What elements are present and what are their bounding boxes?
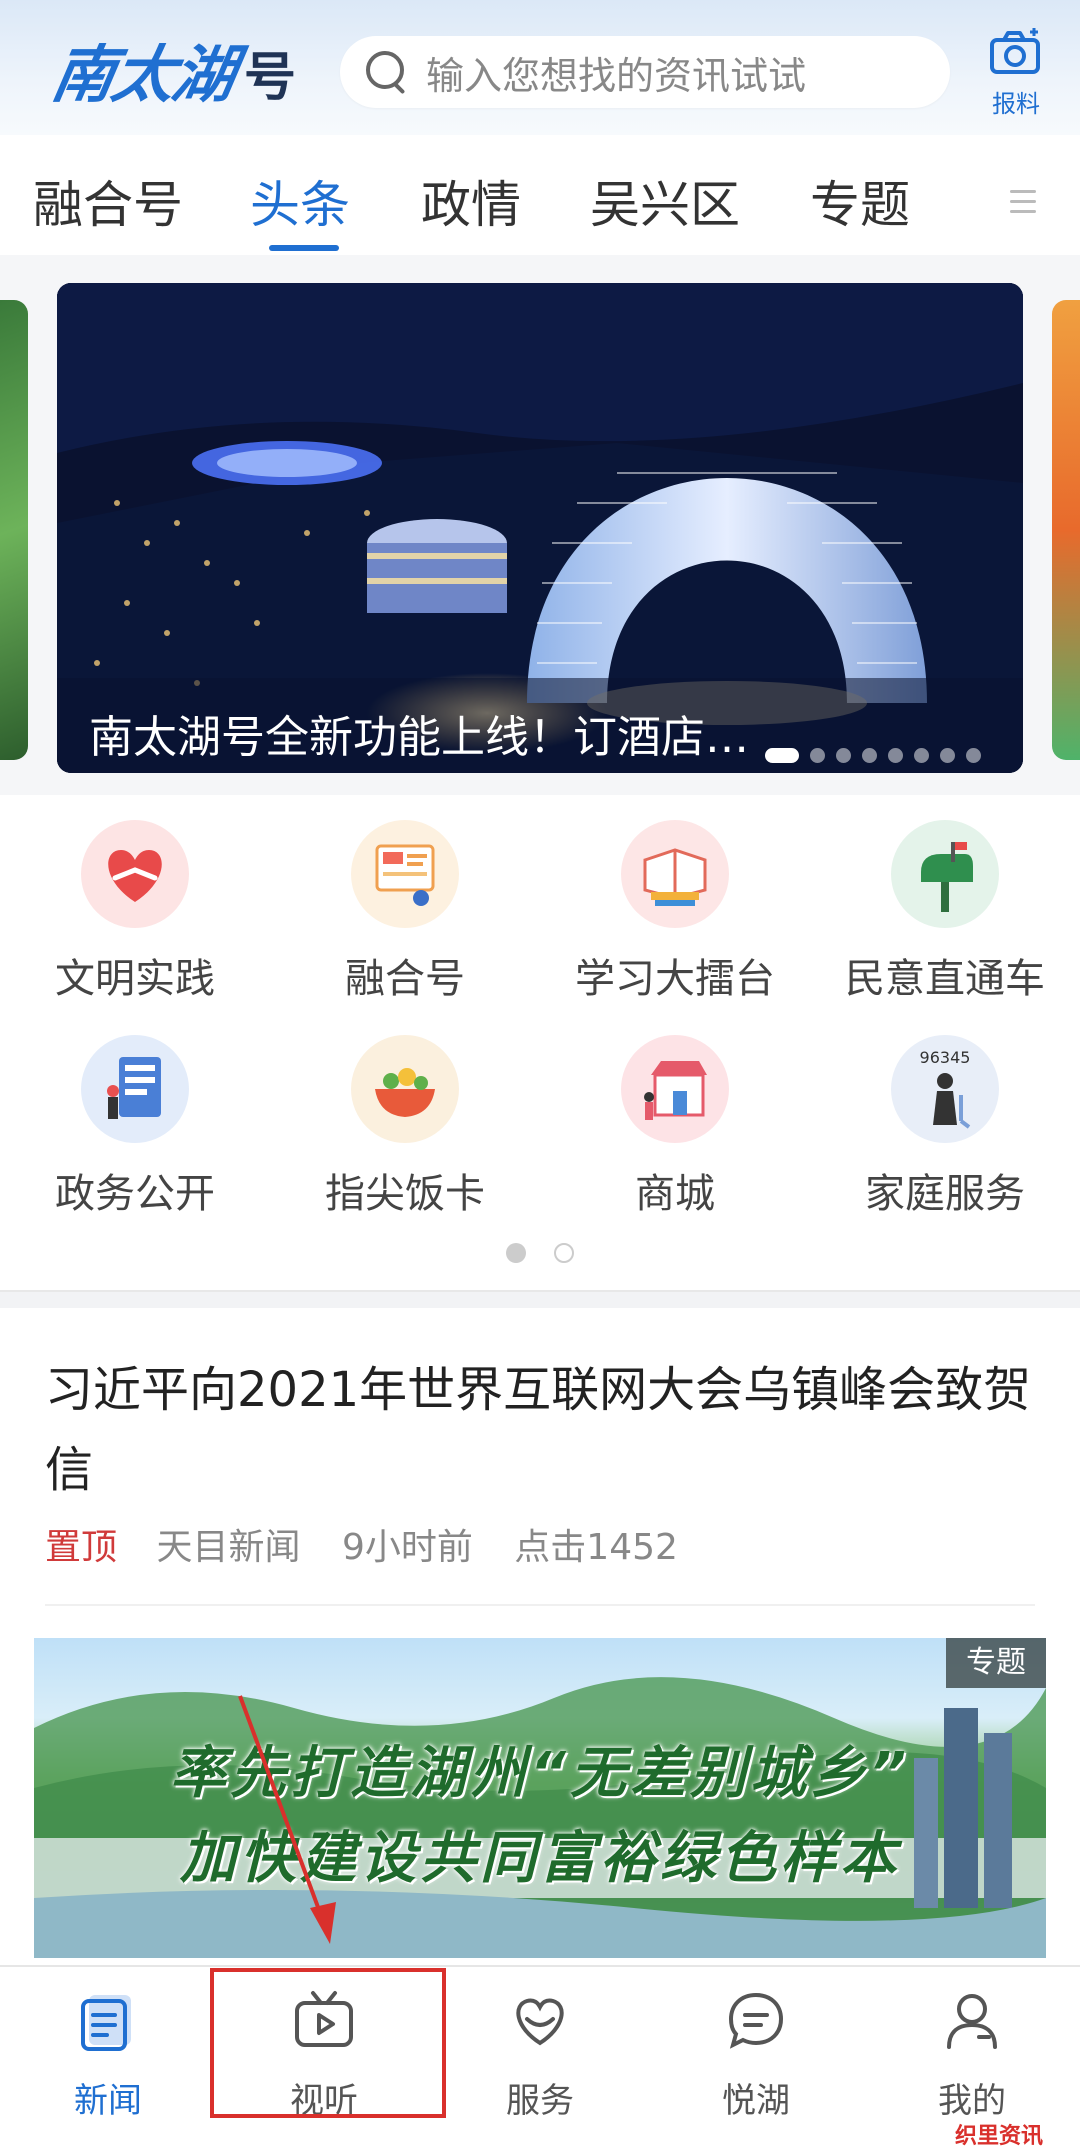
tab-zhengqing[interactable]: 政情 <box>421 165 521 237</box>
topic-badge: 专题 <box>946 1638 1046 1688</box>
watermark-text: 织里资讯 <box>955 2124 1044 2149</box>
pinned-badge: 置顶 <box>45 1527 118 1568</box>
service-label: 商城 <box>635 1171 715 1217</box>
app-header: 南太湖 号 输入您想找的资讯试试 报料 <box>0 0 1080 135</box>
service-label: 学习大擂台 <box>575 956 775 1002</box>
logo-suffix-text: 号 <box>244 48 297 108</box>
service-label: 文明实践 <box>55 956 215 1002</box>
special-topic-banner[interactable]: 专题 率先打造湖州“无差别城乡” 加快建设共同富裕绿色样本 <box>34 1638 1046 1958</box>
carousel-dot <box>765 748 799 763</box>
carousel-dot <box>940 748 955 763</box>
nav-label: 我的 <box>938 2081 1006 2121</box>
carousel-dot <box>888 748 903 763</box>
service-minyi[interactable]: 民意直通车 <box>810 820 1080 1004</box>
article-meta: 置顶 天目新闻 9小时前 点击1452 <box>45 1518 708 1570</box>
nav-news[interactable]: 新闻 <box>0 1987 216 2122</box>
service-label: 融合号 <box>345 956 465 1002</box>
carousel-banner[interactable]: 南太湖号全新功能上线！订酒店… <box>57 283 1023 773</box>
article-clicks: 点击1452 <box>514 1527 678 1568</box>
carousel-next-slide[interactable] <box>1052 300 1080 760</box>
carousel: 南太湖号全新功能上线！订酒店… <box>0 255 1080 795</box>
tab-toutiao[interactable]: 头条 <box>250 165 350 237</box>
document-person-icon <box>81 1035 189 1143</box>
channel-tabs: 融合号 头条 政情 吴兴区 专题 <box>0 155 1080 255</box>
media-board-icon <box>351 820 459 928</box>
nav-yuehu[interactable]: 悦湖 <box>648 1987 864 2122</box>
nav-service[interactable]: 服务 <box>432 1987 648 2122</box>
carousel-prev-slide[interactable] <box>0 300 28 760</box>
camera-icon <box>990 28 1040 74</box>
app-logo[interactable]: 南太湖 号 <box>47 34 297 114</box>
grid-pager <box>506 1243 602 1263</box>
hotel-night-image <box>57 283 1023 773</box>
news-icon <box>81 1995 131 2051</box>
active-tab-indicator <box>269 245 339 251</box>
service-fanka[interactable]: 指尖饭卡 <box>270 1035 540 1219</box>
article-title: 习近平向2021年世界互联网大会乌镇峰会致贺信 <box>45 1362 1032 1498</box>
article-source: 天目新闻 <box>156 1527 301 1568</box>
shop-icon <box>621 1035 729 1143</box>
service-label: 家庭服务 <box>865 1171 1025 1217</box>
search-icon <box>364 49 410 95</box>
user-icon <box>947 1994 997 2049</box>
service-label: 民意直通车 <box>845 956 1045 1002</box>
annotation-highlight-box <box>210 1968 446 2118</box>
grid-page-dot[interactable] <box>506 1243 526 1263</box>
topic-headline-1: 率先打造湖州“无差别城乡” <box>169 1741 911 1806</box>
food-bowl-icon <box>351 1035 459 1143</box>
tab-zhuanti[interactable]: 专题 <box>810 165 910 237</box>
service-xuexi[interactable]: 学习大擂台 <box>540 820 810 1004</box>
service-wenming[interactable]: 文明实践 <box>0 820 270 1004</box>
section-divider <box>0 1290 1080 1308</box>
carousel-dot <box>836 748 851 763</box>
grid-page-dot[interactable] <box>554 1243 574 1263</box>
nav-label: 新闻 <box>74 2081 142 2121</box>
carousel-caption: 南太湖号全新功能上线！订酒店… <box>89 712 749 763</box>
service-shangcheng[interactable]: 商城 <box>540 1035 810 1219</box>
carousel-indicator <box>765 748 992 763</box>
report-label: 报料 <box>992 90 1040 118</box>
service-label: 政务公开 <box>55 1171 215 1217</box>
service-icon-text: 96345 <box>920 1048 971 1067</box>
topic-headline-2: 加快建设共同富裕绿色样本 <box>180 1826 900 1891</box>
service-label: 指尖饭卡 <box>325 1171 485 1217</box>
mailbox-icon <box>891 820 999 928</box>
housekeeper-icon: 96345 <box>891 1035 999 1143</box>
carousel-dot <box>966 748 981 763</box>
logo-script-text: 南太湖 <box>46 38 240 111</box>
channel-menu-icon[interactable] <box>1010 190 1036 216</box>
nav-label: 悦湖 <box>722 2081 790 2121</box>
tab-wuxingqu[interactable]: 吴兴区 <box>590 165 740 237</box>
carousel-dot <box>862 748 877 763</box>
search-placeholder: 输入您想找的资讯试试 <box>426 53 807 98</box>
heart-service-icon <box>516 1998 564 2046</box>
nav-profile[interactable]: 我的 <box>864 1987 1080 2122</box>
tab-ronghehao[interactable]: 融合号 <box>33 165 183 237</box>
books-icon <box>621 820 729 928</box>
news-article-item[interactable]: 习近平向2021年世界互联网大会乌镇峰会致贺信 置顶 天目新闻 9小时前 点击1… <box>0 1308 1080 1608</box>
carousel-dot <box>914 748 929 763</box>
service-zhengwu[interactable]: 政务公开 <box>0 1035 270 1219</box>
search-bar[interactable]: 输入您想找的资讯试试 <box>340 36 950 108</box>
heart-hands-icon <box>81 820 189 928</box>
bottom-nav: 新闻 视听 服务 悦湖 我的 <box>0 1965 1080 2156</box>
service-grid: 文明实践 融合号 学习大擂台 民意直通车 政务公开 指尖饭卡 商城 96345 … <box>0 795 1080 1290</box>
chat-bubble-icon <box>728 1992 784 2049</box>
carousel-dot <box>810 748 825 763</box>
article-divider <box>45 1604 1035 1606</box>
nav-label: 服务 <box>506 2081 574 2121</box>
report-button[interactable]: 报料 <box>985 26 1047 119</box>
service-ronghehao[interactable]: 融合号 <box>270 820 540 1004</box>
service-jiating[interactable]: 96345 家庭服务 <box>810 1035 1080 1219</box>
article-time: 9小时前 <box>341 1527 473 1568</box>
